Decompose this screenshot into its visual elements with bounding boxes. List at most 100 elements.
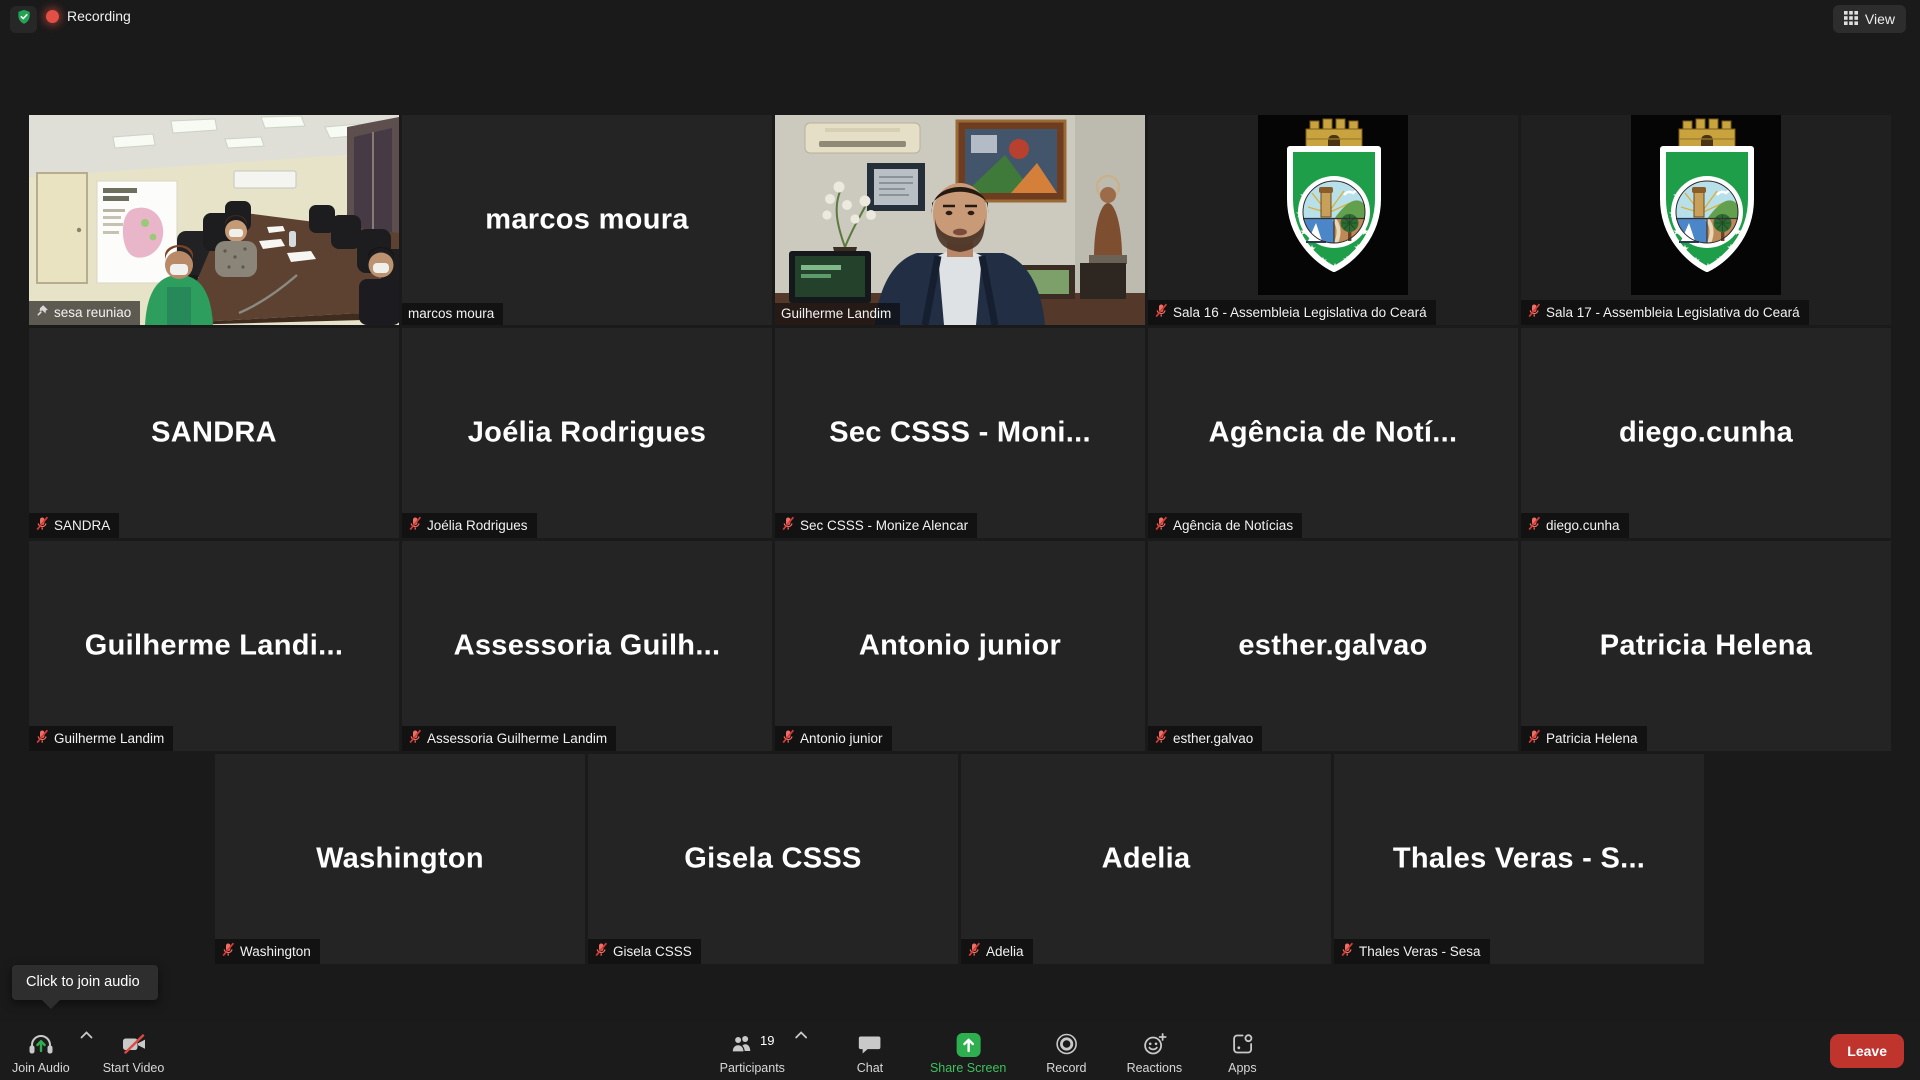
share-screen-button[interactable]: Share Screen [926, 1016, 1010, 1080]
leave-button[interactable]: Leave [1830, 1034, 1904, 1068]
record-label: Record [1046, 1062, 1086, 1075]
participant-name-tag: diego.cunha [1521, 513, 1629, 538]
participant-name-tag: Adelia [961, 939, 1033, 964]
participant-tile[interactable]: Antonio junior Antonio junior [775, 541, 1145, 751]
ceara-coat-of-arms: ★★★ ★★★ ★★★ [1258, 115, 1408, 295]
participant-tile[interactable]: Patricia Helena Patricia Helena [1521, 541, 1891, 751]
start-video-label: Start Video [103, 1062, 165, 1075]
participants-label: Participants [720, 1062, 785, 1075]
chat-bubble-icon [858, 1032, 882, 1059]
mic-muted-icon [781, 729, 795, 747]
participant-name-label: Sec CSSS - Monize Alencar [800, 518, 968, 533]
svg-text:★: ★ [1727, 243, 1736, 254]
participant-name-label: diego.cunha [1546, 518, 1620, 533]
reactions-smiley-icon [1141, 1032, 1167, 1059]
participant-tile[interactable]: sesa reuniao [29, 115, 399, 325]
participant-name-tag: Sala 16 - Assembleia Legislativa do Cear… [1148, 300, 1436, 325]
participant-tile[interactable]: Adelia Adelia [961, 754, 1331, 964]
participant-tile[interactable]: Assessoria Guilh... Assessoria Guilherme… [402, 541, 772, 751]
mic-muted-icon [1527, 729, 1541, 747]
view-button[interactable]: View [1833, 5, 1906, 33]
view-label: View [1865, 11, 1895, 27]
participant-name-tag: Guilherme Landim [775, 303, 900, 325]
participant-name-label: Joélia Rodrigues [427, 518, 528, 533]
participant-display-name: esther.galvao [1148, 630, 1518, 663]
participant-display-name: Gisela CSSS [588, 843, 958, 876]
svg-text:★: ★ [1716, 255, 1725, 266]
participants-count-badge: 19 [760, 1034, 774, 1047]
participant-name-tag: Sala 17 - Assembleia Legislativa do Cear… [1521, 300, 1809, 325]
chat-button[interactable]: Chat [838, 1016, 902, 1080]
participants-button[interactable]: 19 Participants [716, 1016, 789, 1080]
shield-check-icon [15, 8, 33, 31]
pillarboxed-video-frame: ★★★ ★★★ ★★★ [1631, 115, 1781, 294]
participant-tile[interactable]: Gisela CSSS Gisela CSSS [588, 754, 958, 964]
participant-name-tag: Joélia Rodrigues [402, 513, 537, 538]
participant-tile[interactable]: diego.cunha diego.cunha [1521, 328, 1891, 538]
mic-muted-icon [408, 516, 422, 534]
meeting-info-shield-button[interactable] [10, 6, 37, 33]
mic-muted-icon [1154, 303, 1168, 321]
participants-menu-button[interactable] [789, 1006, 814, 1080]
meeting-room-video [29, 115, 399, 325]
participant-name-label: Agência de Notícias [1173, 518, 1293, 533]
chevron-up-icon [80, 1026, 93, 1044]
participant-name-label: Sala 16 - Assembleia Legislativa do Cear… [1173, 305, 1427, 320]
mic-muted-icon [408, 729, 422, 747]
participant-name-tag: Sec CSSS - Monize Alencar [775, 513, 977, 538]
participant-name-tag: Washington [215, 939, 320, 964]
participant-name-label: Patricia Helena [1546, 731, 1638, 746]
participant-name-label: marcos moura [408, 306, 494, 321]
mic-muted-icon [781, 516, 795, 534]
participant-name-tag: Patricia Helena [1521, 726, 1647, 751]
participant-tile[interactable]: esther.galvao esther.galvao [1148, 541, 1518, 751]
participant-name-tag: Thales Veras - Sesa [1334, 939, 1490, 964]
record-icon [1054, 1032, 1078, 1059]
participant-tile[interactable]: Sec CSSS - Moni... Sec CSSS - Monize Ale… [775, 328, 1145, 538]
svg-text:★: ★ [1354, 243, 1363, 254]
reactions-button[interactable]: Reactions [1122, 1016, 1186, 1080]
start-video-button[interactable]: Start Video [99, 1016, 169, 1080]
participant-tile[interactable]: Washington Washington [215, 754, 585, 964]
participant-name-label: Washington [240, 944, 311, 959]
participant-video-area [775, 115, 1145, 325]
participant-tile[interactable]: Guilherme Landim [775, 115, 1145, 325]
video-off-icon [121, 1032, 147, 1059]
participant-tile[interactable]: ★★★ ★★★ ★★★ [1521, 115, 1891, 325]
record-button[interactable]: Record [1034, 1016, 1098, 1080]
participant-name-tag: esther.galvao [1148, 726, 1262, 751]
participant-name-label: Guilherme Landim [54, 731, 164, 746]
participant-tile[interactable]: Agência de Notí... Agência de Notícias [1148, 328, 1518, 538]
meeting-toolbar: Join Audio Start Video [0, 1022, 1920, 1080]
pin-icon [35, 304, 49, 321]
participant-tile[interactable]: SANDRA SANDRA [29, 328, 399, 538]
participant-name-tag: Agência de Notícias [1148, 513, 1302, 538]
join-audio-menu-button[interactable] [74, 1006, 99, 1080]
participant-name-label: sesa reuniao [54, 305, 131, 320]
apps-button[interactable]: Apps [1210, 1016, 1274, 1080]
join-audio-button[interactable]: Join Audio [8, 1016, 74, 1080]
participant-name-tag: marcos moura [402, 303, 503, 325]
participant-name-tag: Assessoria Guilherme Landim [402, 726, 616, 751]
mic-muted-icon [1340, 942, 1354, 960]
share-screen-icon [955, 1032, 981, 1061]
participant-name-label: Guilherme Landim [781, 306, 891, 321]
recording-dot-icon [46, 10, 59, 23]
zoom-meeting-window: Recording View [0, 0, 1920, 1080]
participant-name-tag: Guilherme Landim [29, 726, 173, 751]
participant-name-label: Gisela CSSS [613, 944, 692, 959]
participant-name-label: Thales Veras - Sesa [1359, 944, 1481, 959]
mic-muted-icon [1154, 729, 1168, 747]
participant-tile[interactable]: Guilherme Landi... Guilherme Landim [29, 541, 399, 751]
participant-tile[interactable]: Thales Veras - S... Thales Veras - Sesa [1334, 754, 1704, 964]
participant-display-name: Adelia [961, 843, 1331, 876]
participant-display-name: SANDRA [29, 417, 399, 450]
participant-display-name: Assessoria Guilh... [402, 630, 772, 663]
ceara-coat-of-arms: ★★★ ★★★ ★★★ [1631, 115, 1781, 295]
recording-indicator[interactable]: Recording [46, 8, 131, 24]
participant-name-tag: Antonio junior [775, 726, 892, 751]
participant-tile[interactable]: Joélia Rodrigues Joélia Rodrigues [402, 328, 772, 538]
mic-muted-icon [35, 729, 49, 747]
participant-tile[interactable]: ★★★ ★★★ ★★★ [1148, 115, 1518, 325]
participant-tile[interactable]: marcos moura marcos moura [402, 115, 772, 325]
